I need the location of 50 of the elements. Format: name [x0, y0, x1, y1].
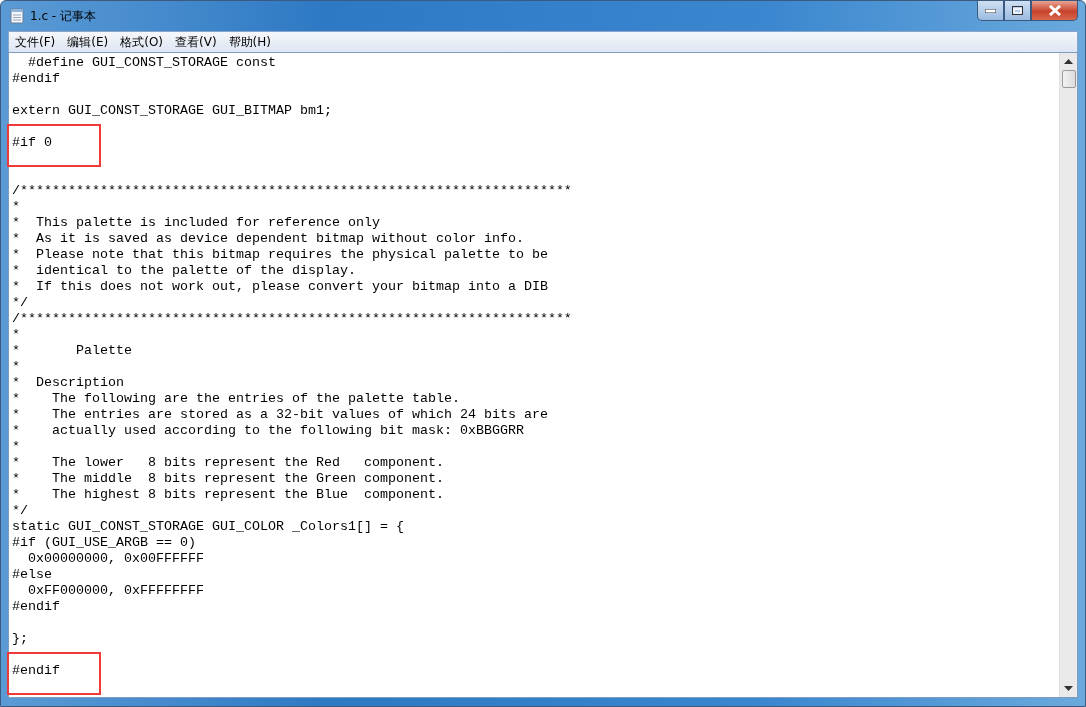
code-line: /********************************************************************* — [12, 183, 572, 198]
code-line: 0x00000000, 0x00FFFFFF — [27, 551, 204, 566]
code-line: }; — [12, 631, 28, 646]
window-title: 1.c - 记事本 — [30, 7, 96, 25]
code-line: extern GUI_CONST_STORAGE GUI_BITMAP bm1; — [12, 103, 332, 118]
code-line: #endif — [12, 599, 60, 614]
vertical-scrollbar[interactable] — [1059, 53, 1077, 697]
code-line: * The entries are stored as a 32-bit values of which 24 bits are — [12, 407, 548, 422]
menu-item[interactable]: 查看(V) — [169, 33, 223, 51]
minimize-button[interactable] — [977, 1, 1004, 21]
code-line: * identical to the palette of the display. — [12, 263, 356, 278]
code-line: */ — [12, 295, 28, 310]
code-line: */ — [12, 503, 28, 518]
scroll-thumb[interactable] — [1061, 70, 1076, 88]
menu-item[interactable]: 格式(O) — [114, 33, 170, 51]
code-line: #if (GUI_USE_ARGB == 0) — [12, 535, 196, 550]
code-line: * Palette — [12, 343, 132, 358]
menu-item[interactable]: 编辑(E) — [61, 33, 115, 51]
scroll-up-icon[interactable] — [1064, 59, 1073, 64]
code-line: static GUI_CONST_STORAGE GUI_COLOR _Colors1[] = { — [12, 519, 404, 534]
code-line: * — [12, 327, 20, 342]
code-line: * — [12, 199, 20, 214]
code-line: * The following are the entries of the palette table. — [12, 391, 460, 406]
code-line: * — [12, 439, 20, 454]
maximize-button[interactable] — [1004, 1, 1031, 21]
minimize-icon — [985, 8, 996, 13]
code-line: #define GUI_CONST_STORAGE const — [27, 55, 276, 70]
menu-item[interactable]: 文件(F) — [9, 33, 62, 51]
code-line: * This palette is included for reference only — [12, 215, 380, 230]
close-icon — [1047, 5, 1062, 16]
code-line: 0xFF000000, 0xFFFFFFFF — [27, 583, 204, 598]
code-line: * The middle 8 bits represent the Green component. — [12, 471, 444, 486]
close-button[interactable] — [1031, 1, 1078, 21]
code-line: #endif — [12, 71, 60, 86]
code-line: /********************************************************************* — [12, 311, 572, 326]
menu-item[interactable]: 帮助(H) — [222, 33, 277, 51]
notepad-icon — [10, 8, 24, 24]
code-line: #else — [12, 567, 52, 582]
code-line: * Please note that this bitmap requires the physical palette to be — [12, 247, 548, 262]
code-line: * Description — [12, 375, 124, 390]
scroll-down-icon[interactable] — [1064, 686, 1073, 691]
code-line: #if 0 — [12, 135, 52, 150]
maximize-icon — [1012, 6, 1023, 15]
code-line: * The lower 8 bits represent the Red component. — [12, 455, 444, 470]
code-line: * The highest 8 bits represent the Blue component. — [12, 487, 444, 502]
code-line: * If this does not work out, please convert your bitmap into a DIB — [12, 279, 548, 294]
code-line: * actually used according to the following bit mask: 0xBBGGRR — [12, 423, 524, 438]
code-line: * — [12, 359, 20, 374]
code-line: #endif — [12, 663, 60, 678]
code-line: * As it is saved as device dependent bitmap without color info. — [12, 231, 524, 246]
